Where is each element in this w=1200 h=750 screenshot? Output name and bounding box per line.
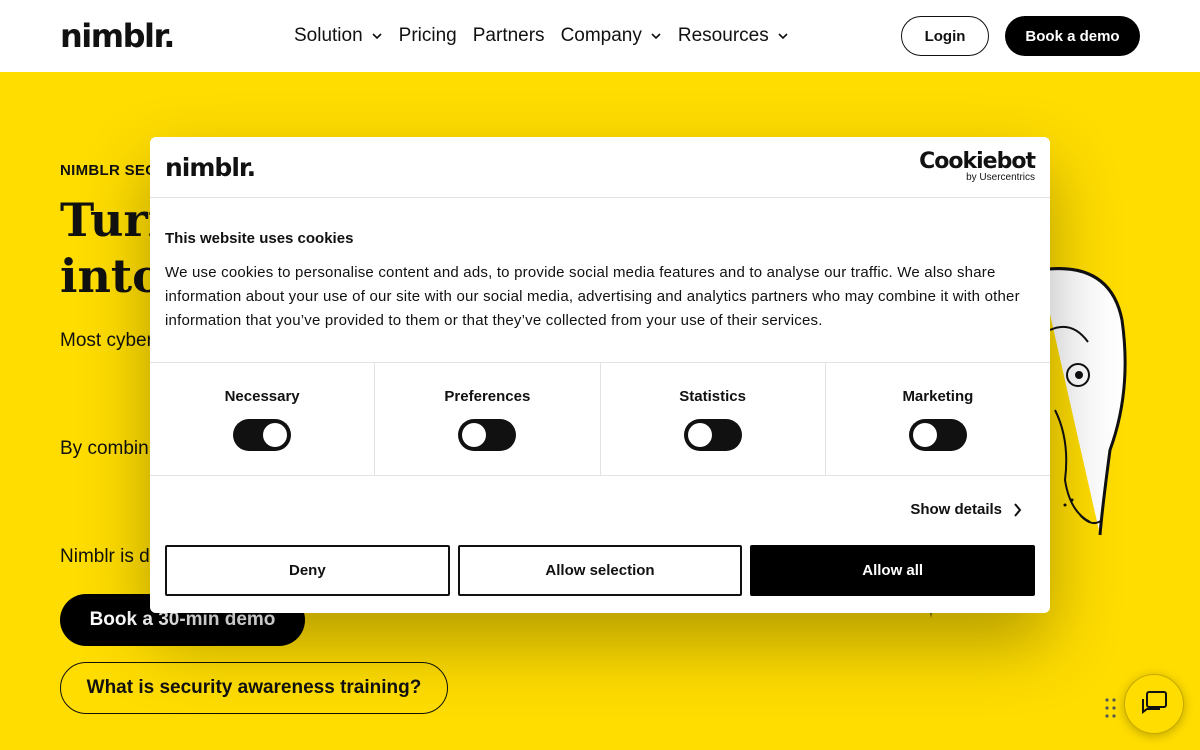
statistics-switch[interactable] bbox=[683, 419, 742, 451]
cookiebot-logo-sub: by Usercentrics bbox=[966, 172, 1035, 183]
nav-pricing-label: Pricing bbox=[398, 25, 457, 46]
main-nav: Solution Pricing Partners Company Resour… bbox=[294, 0, 789, 72]
toggle-marketing: Marketing bbox=[826, 363, 1050, 475]
switch-knob bbox=[263, 423, 288, 447]
cookiebot-logo[interactable]: Cookiebot by Usercentrics bbox=[919, 149, 1036, 183]
chevron-down-icon bbox=[651, 33, 661, 40]
nav-partners-label: Partners bbox=[472, 25, 545, 46]
nav-pricing[interactable]: Pricing bbox=[399, 25, 457, 47]
allow-all-button[interactable]: Allow all bbox=[750, 545, 1036, 596]
book-demo-button[interactable]: Book a demo bbox=[1005, 16, 1140, 56]
chat-launcher-button[interactable] bbox=[1124, 674, 1184, 734]
cookie-dialog-body: This website uses cookies We use cookies… bbox=[150, 198, 1050, 362]
nav-resources-label: Resources bbox=[677, 25, 769, 46]
chevron-right-icon bbox=[1014, 502, 1022, 517]
show-details-link[interactable]: Show details bbox=[910, 501, 1022, 518]
nav-company-label: Company bbox=[560, 25, 642, 46]
cookie-nimblr-logo: nimblr. bbox=[165, 152, 256, 182]
toggle-necessary-label: Necessary bbox=[224, 388, 300, 405]
cookie-description: We use cookies to personalise content an… bbox=[165, 264, 1020, 329]
preferences-switch[interactable] bbox=[458, 419, 517, 451]
what-is-training-button[interactable]: What is security awareness training? bbox=[60, 662, 448, 714]
cookie-consent-dialog: nimblr. Cookiebot by Usercentrics This w… bbox=[150, 137, 1050, 613]
cookie-dialog-header: nimblr. Cookiebot by Usercentrics bbox=[150, 137, 1050, 198]
chevron-down-icon bbox=[778, 33, 788, 40]
nimblr-logo[interactable]: nimblr. bbox=[60, 17, 175, 55]
cookiebot-logo-main: Cookiebot bbox=[919, 149, 1036, 174]
toggle-statistics-label: Statistics bbox=[679, 388, 746, 405]
toggle-marketing-label: Marketing bbox=[902, 388, 974, 405]
nav-company[interactable]: Company bbox=[561, 25, 662, 47]
chat-bubbles-icon bbox=[1142, 691, 1167, 714]
cookie-action-buttons: Deny Allow selection Allow all bbox=[165, 545, 1036, 596]
site-header: nimblr. Solution Pricing Partners Compan… bbox=[0, 0, 1200, 72]
nav-resources[interactable]: Resources bbox=[678, 25, 789, 47]
toggle-preferences: Preferences bbox=[375, 363, 601, 475]
show-details-label: Show details bbox=[910, 501, 1002, 518]
switch-knob bbox=[687, 423, 712, 447]
toggle-preferences-label: Preferences bbox=[444, 388, 531, 405]
deny-button[interactable]: Deny bbox=[165, 545, 450, 596]
cookie-title: This website uses cookies bbox=[165, 230, 354, 247]
necessary-switch[interactable] bbox=[233, 419, 292, 451]
login-button[interactable]: Login bbox=[901, 16, 989, 56]
toggle-statistics: Statistics bbox=[601, 363, 826, 475]
chevron-down-icon bbox=[372, 33, 382, 40]
cookie-category-toggles: Necessary Preferences Statistics Marketi… bbox=[150, 362, 1050, 476]
nav-solution[interactable]: Solution bbox=[294, 25, 383, 47]
header-actions: Login Book a demo bbox=[901, 16, 1140, 56]
switch-knob bbox=[462, 423, 487, 447]
allow-selection-button[interactable]: Allow selection bbox=[457, 545, 743, 596]
nav-solution-label: Solution bbox=[294, 25, 363, 46]
nav-partners[interactable]: Partners bbox=[473, 25, 545, 47]
toggle-necessary: Necessary bbox=[150, 363, 376, 475]
marketing-switch[interactable] bbox=[908, 419, 967, 451]
switch-knob bbox=[912, 423, 937, 447]
drag-handle-icon[interactable] bbox=[1104, 697, 1118, 719]
